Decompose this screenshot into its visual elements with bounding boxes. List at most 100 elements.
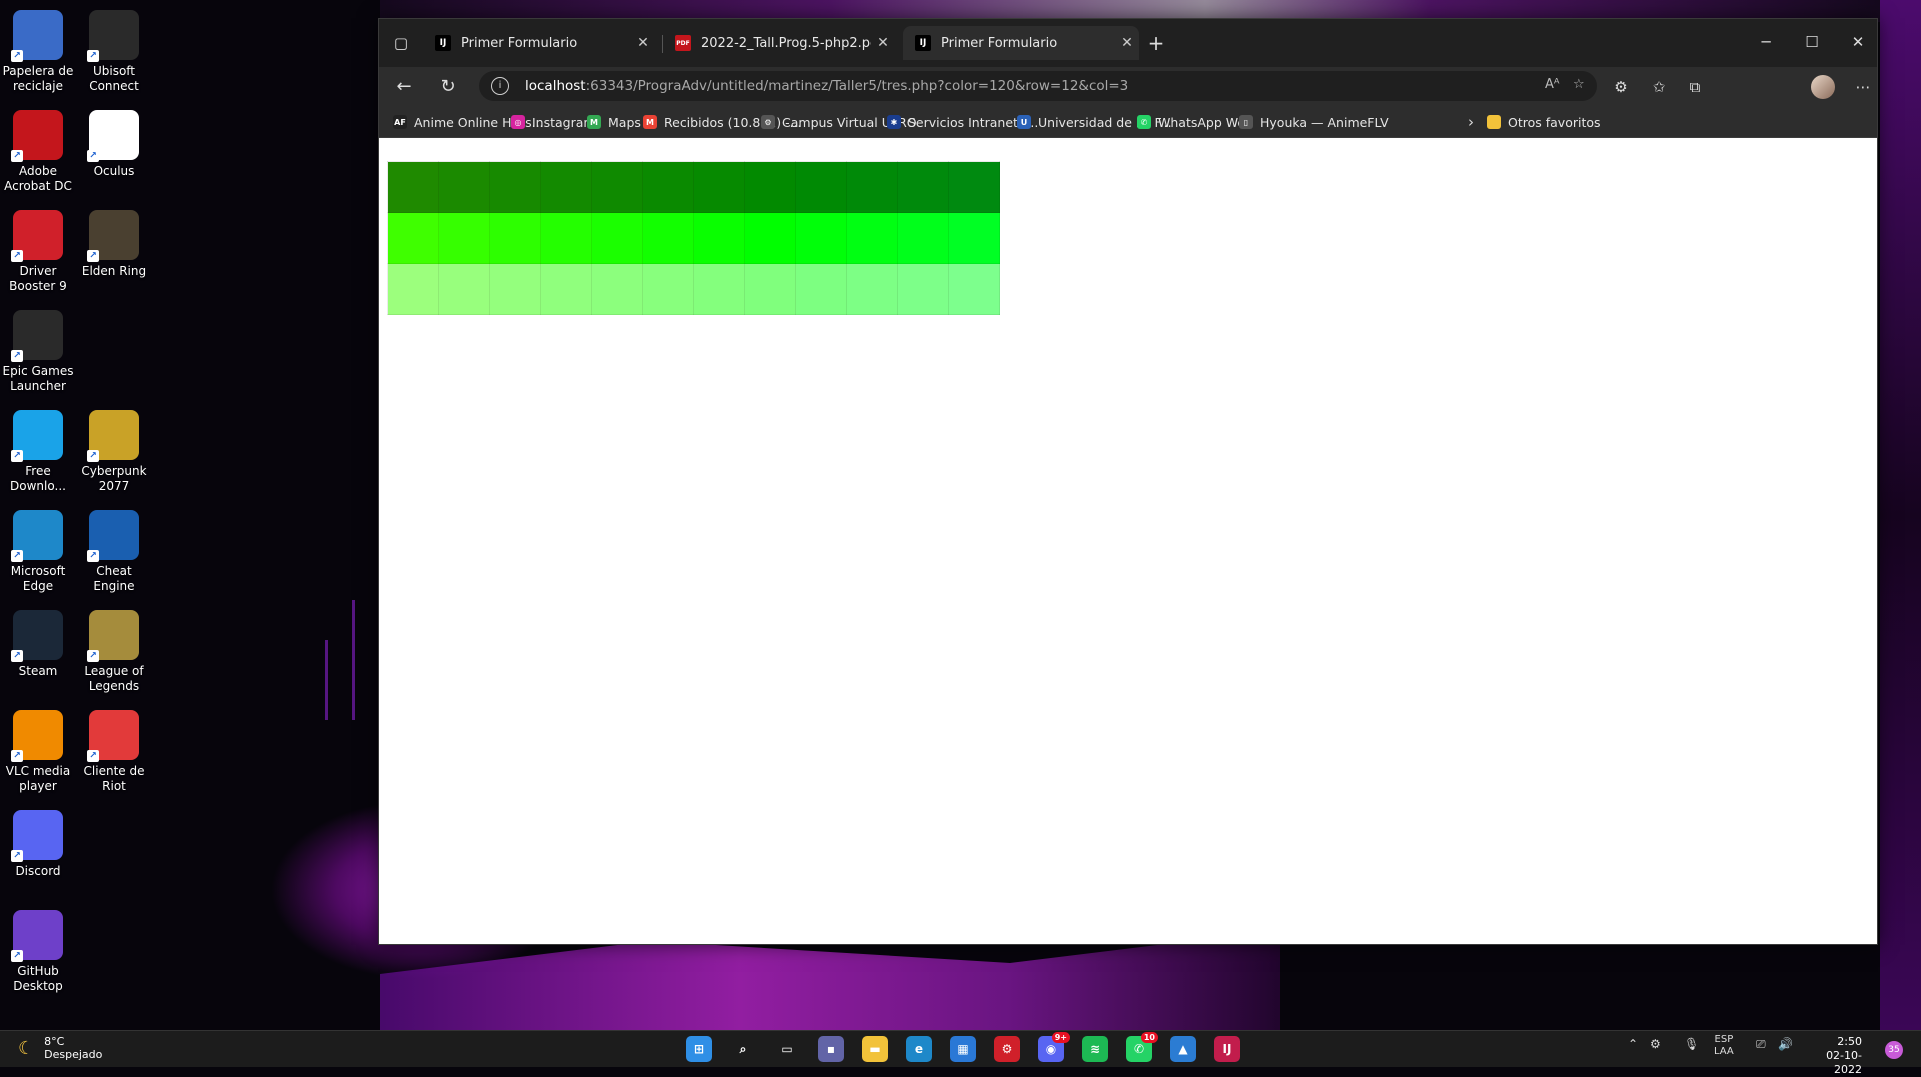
desktop-shortcut[interactable]: ↗ Free Downlo... bbox=[0, 406, 76, 494]
desktop-shortcut[interactable]: ↗ Ubisoft Connect bbox=[76, 6, 152, 94]
cyberpunk-icon: ↗ bbox=[87, 410, 139, 462]
network-icon[interactable]: ⎚ bbox=[1756, 1037, 1766, 1052]
color-cell bbox=[846, 212, 898, 264]
taskbar: ☾ 8°C Despejado ⊞ ⌕ ▭ ▪ ▬ e ▦ ⚙ ◉ 9+ ≋ ✆ 10 ▲ IJ ⌃ ⚙ 🎙… bbox=[0, 1030, 1921, 1076]
site-info-icon[interactable]: i bbox=[491, 77, 509, 95]
close-icon[interactable]: ✕ bbox=[871, 35, 895, 51]
desktop-shortcut[interactable]: ↗ Oculus bbox=[76, 106, 152, 179]
shortcut-arrow-icon: ↗ bbox=[11, 550, 23, 562]
whatsapp-icon: ✆ bbox=[1137, 115, 1151, 129]
animeonline-icon: AF bbox=[393, 115, 407, 129]
bookmark-item[interactable]: ▯ Hyouka — AnimeFLV bbox=[1239, 113, 1389, 131]
desktop-shortcut[interactable]: ↗ VLC media player bbox=[0, 706, 76, 794]
search-icon[interactable]: ⌕ bbox=[730, 1036, 756, 1062]
notifications-badge[interactable]: 35 bbox=[1885, 1041, 1903, 1059]
discord-icon: ↗ bbox=[11, 810, 63, 862]
desktop-shortcut[interactable]: ↗ GitHub Desktop bbox=[0, 906, 76, 994]
driver-booster-tray-icon[interactable]: ⚙ bbox=[1650, 1037, 1661, 1051]
close-icon[interactable]: ✕ bbox=[631, 35, 655, 51]
extensions-icon[interactable]: ⚙ bbox=[1609, 75, 1633, 99]
photos-icon[interactable]: ▲ bbox=[1170, 1036, 1196, 1062]
tab-title: Primer Formulario bbox=[461, 35, 578, 51]
bookmark-item[interactable]: ◎ Instagram bbox=[511, 113, 596, 131]
tab[interactable]: IJ Primer Formulario ✕ bbox=[423, 26, 655, 60]
add-favorite-icon[interactable]: ☆ bbox=[1573, 77, 1585, 92]
desktop-shortcut[interactable]: ↗ Papelera de reciclaje bbox=[0, 6, 76, 94]
tab-actions-icon[interactable]: ▢ bbox=[389, 31, 413, 55]
desktop-shortcut-label: Discord bbox=[15, 864, 61, 878]
color-cell bbox=[795, 212, 847, 264]
task-view-icon[interactable]: ▭ bbox=[774, 1036, 800, 1062]
favorites-icon[interactable]: ✩ bbox=[1647, 75, 1671, 99]
tab[interactable]: PDF 2022-2_Tall.Prog.5-php2.pdf ✕ bbox=[663, 26, 895, 60]
weather-widget[interactable]: ☾ 8°C Despejado bbox=[18, 1035, 102, 1061]
desktop-shortcut[interactable]: ↗ Cliente de Riot bbox=[76, 706, 152, 794]
collections-icon[interactable]: ⧉ bbox=[1683, 75, 1707, 99]
discord-icon[interactable]: ◉ 9+ bbox=[1038, 1032, 1070, 1062]
grid-row bbox=[387, 161, 1000, 213]
chevron-up-icon[interactable]: ⌃ bbox=[1628, 1037, 1638, 1051]
desktop-shortcut[interactable]: ↗ Epic Games Launcher bbox=[0, 306, 76, 394]
toolbar: ← ↻ i localhost:63343/PrograAdv/untitled… bbox=[379, 67, 1877, 107]
chevron-right-icon[interactable]: › bbox=[1459, 110, 1483, 134]
desktop-shortcut[interactable]: ↗ Discord bbox=[0, 806, 76, 879]
other-favorites[interactable]: Otros favoritos bbox=[1487, 113, 1601, 131]
shortcut-arrow-icon: ↗ bbox=[11, 250, 23, 262]
desktop-shortcut[interactable]: ↗ Steam bbox=[0, 606, 76, 679]
volume-icon[interactable]: 🔊 bbox=[1778, 1037, 1793, 1051]
url-text[interactable]: localhost:63343/PrograAdv/untitled/marti… bbox=[525, 78, 1128, 94]
whatsapp-icon[interactable]: ✆ 10 bbox=[1126, 1032, 1158, 1062]
spotify-icon[interactable]: ≋ bbox=[1082, 1036, 1108, 1062]
file-explorer-icon[interactable]: ▬ bbox=[862, 1036, 888, 1062]
language-indicator[interactable]: ESP LAA bbox=[1714, 1034, 1734, 1058]
color-cell bbox=[795, 263, 847, 315]
read-aloud-icon[interactable]: Aᴬ bbox=[1545, 77, 1560, 92]
minimize-button[interactable]: ─ bbox=[1743, 27, 1789, 57]
shortcut-arrow-icon: ↗ bbox=[87, 650, 99, 662]
more-icon[interactable]: ⋯ bbox=[1851, 75, 1875, 99]
close-icon[interactable]: ✕ bbox=[1115, 35, 1139, 51]
color-cell bbox=[591, 161, 643, 213]
bookmark-item[interactable]: ✆ WhatsApp Web bbox=[1137, 113, 1253, 131]
shortcut-arrow-icon: ↗ bbox=[11, 450, 23, 462]
url-host: localhost bbox=[525, 78, 586, 94]
bookmark-item[interactable]: M Maps bbox=[587, 113, 641, 131]
start-icon[interactable]: ⊞ bbox=[686, 1036, 712, 1062]
profile-avatar[interactable] bbox=[1811, 75, 1835, 99]
intranet-icon: ✱ bbox=[887, 115, 901, 129]
microphone-icon[interactable]: 🎙 bbox=[1684, 1037, 1699, 1051]
desktop-shortcut[interactable]: ↗ Cheat Engine bbox=[76, 506, 152, 594]
color-cell bbox=[795, 161, 847, 213]
desktop-shortcut-label: Epic Games Launcher bbox=[2, 364, 74, 393]
tab-active[interactable]: IJ Primer Formulario ✕ bbox=[903, 26, 1139, 60]
desktop-shortcut[interactable]: ↗ Microsoft Edge bbox=[0, 506, 76, 594]
maximize-button[interactable]: ☐ bbox=[1789, 27, 1835, 57]
grid-row bbox=[387, 212, 1000, 264]
intellij-icon[interactable]: IJ bbox=[1214, 1036, 1240, 1062]
driver-booster-icon[interactable]: ⚙ bbox=[994, 1036, 1020, 1062]
color-cell bbox=[897, 263, 949, 315]
desktop-shortcut[interactable]: ↗ Elden Ring bbox=[76, 206, 152, 279]
shortcut-arrow-icon: ↗ bbox=[87, 250, 99, 262]
desktop-shortcut[interactable]: ↗ Adobe Acrobat DC bbox=[0, 106, 76, 194]
close-window-button[interactable]: ✕ bbox=[1835, 27, 1881, 57]
tab-strip: ▢ IJ Primer Formulario ✕ PDF 2022-2_Tall… bbox=[379, 19, 1877, 67]
store-icon[interactable]: ▦ bbox=[950, 1036, 976, 1062]
wallpaper-glow bbox=[1880, 0, 1921, 1030]
refresh-button[interactable]: ↻ bbox=[433, 73, 463, 101]
desktop-shortcut-label: Cyberpunk 2077 bbox=[81, 464, 147, 493]
color-cell bbox=[387, 212, 439, 264]
desktop-shortcut[interactable]: ↗ Cyberpunk 2077 bbox=[76, 406, 152, 494]
edge-icon[interactable]: e bbox=[906, 1036, 932, 1062]
desktop-shortcut-label: Microsoft Edge bbox=[10, 564, 66, 593]
teams-chat-icon[interactable]: ▪ bbox=[818, 1036, 844, 1062]
new-tab-button[interactable]: + bbox=[1143, 31, 1169, 57]
clock[interactable]: 2:50 02-10-2022 bbox=[1810, 1035, 1862, 1077]
desktop-shortcut[interactable]: ↗ League of Legends bbox=[76, 606, 152, 694]
bookmark-item[interactable]: ✱ Servicios Intranet -... bbox=[887, 113, 1038, 131]
address-bar[interactable]: i localhost:63343/PrograAdv/untitled/mar… bbox=[479, 71, 1597, 101]
back-button[interactable]: ← bbox=[389, 73, 419, 101]
desktop-shortcut[interactable]: ↗ Driver Booster 9 bbox=[0, 206, 76, 294]
grid-row bbox=[387, 263, 1000, 315]
app-badge: 10 bbox=[1140, 1032, 1158, 1043]
